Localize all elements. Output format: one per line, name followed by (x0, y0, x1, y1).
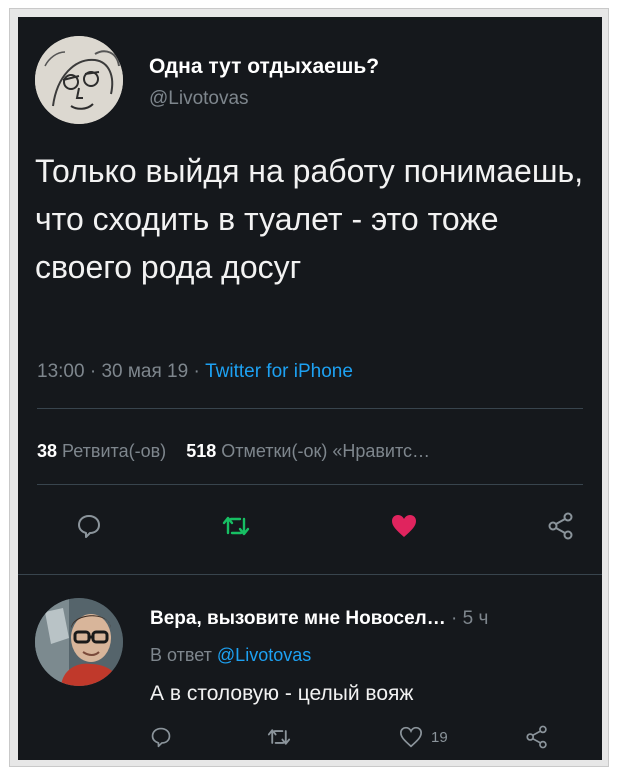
meta-separator: · (193, 361, 200, 382)
reply-separator: · (451, 608, 458, 629)
in-reply-to-prefix: В ответ (150, 645, 212, 665)
retweets-stat[interactable]: 38 Ретвита(-ов) (37, 441, 171, 461)
reply-header: Вера, вызовите мне Новосел… · 5 ч (150, 608, 488, 630)
reply-author-avatar[interactable] (35, 598, 123, 686)
in-reply-to-handle[interactable]: @Livotovas (217, 645, 311, 665)
meta-separator: · (89, 361, 97, 382)
likes-label: Отметки(-ок) «Нравитс… (221, 441, 431, 461)
tweet-text: Только выйдя на работу понимаешь, что сх… (35, 153, 584, 285)
divider (37, 484, 583, 485)
retweets-count: 38 (37, 441, 58, 461)
retweets-label: Ретвита(-ов) (62, 441, 167, 461)
like-button[interactable] (390, 513, 418, 539)
tweet-source-link[interactable]: Twitter for iPhone (205, 361, 353, 382)
author-avatar[interactable] (35, 36, 123, 124)
tweet-screenshot: Одна тут отдыхаешь? @Livotovas Только вы… (18, 17, 602, 760)
reply-icon (78, 515, 100, 538)
reply-share-button[interactable] (526, 725, 548, 749)
likes-stat[interactable]: 518 Отметки(-ок) «Нравитс… (186, 441, 430, 461)
heart-outline-icon (399, 726, 423, 748)
reply-author-name[interactable]: Вера, вызовите мне Новосел… (150, 608, 446, 629)
divider (18, 574, 602, 575)
share-button[interactable] (548, 512, 574, 540)
heart-icon (392, 515, 416, 537)
reply-age: 5 ч (462, 608, 489, 629)
tweet-stats: 38 Ретвита(-ов) 518 Отметки(-ок) «Нравит… (37, 441, 430, 462)
reply-button[interactable] (76, 513, 102, 539)
retweet-icon (267, 729, 291, 745)
retweet-button[interactable] (221, 513, 251, 539)
reply-avatar-photo (35, 598, 123, 686)
divider (37, 408, 583, 409)
reply-text: А в столовую - целый вояж (150, 682, 414, 705)
author-name[interactable]: Одна тут отдыхаешь? (149, 55, 379, 79)
reply-retweet-button[interactable] (266, 726, 292, 748)
tweet-time: 13:00 (37, 361, 85, 382)
reply-icon (151, 727, 171, 748)
reply-like-button[interactable]: 19 (399, 726, 448, 748)
likes-count: 518 (186, 441, 217, 461)
reply-reply-button[interactable] (150, 726, 172, 748)
reply-like-count: 19 (431, 728, 448, 746)
retweet-icon (222, 516, 250, 536)
share-icon (526, 725, 547, 749)
share-icon (548, 512, 573, 540)
sketch-portrait-image (35, 36, 123, 124)
tweet-date: 30 мая 19 (101, 361, 189, 382)
in-reply-to: В ответ @Livotovas (150, 645, 311, 666)
tweet-meta: 13:00 · 30 мая 19 · Twitter for iPhone (37, 361, 353, 383)
author-handle[interactable]: @Livotovas (149, 88, 249, 110)
